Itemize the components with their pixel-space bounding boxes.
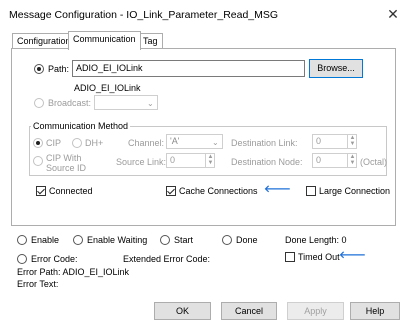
broadcast-select[interactable]: ⌄ bbox=[94, 95, 158, 110]
close-icon[interactable]: ✕ bbox=[385, 6, 401, 22]
tab-communication-label: Communication bbox=[73, 34, 136, 44]
done-label: Done bbox=[236, 235, 258, 245]
cache-connections-checkbox[interactable] bbox=[166, 186, 176, 196]
broadcast-radio[interactable] bbox=[34, 98, 44, 108]
broadcast-label: Broadcast: bbox=[48, 98, 92, 108]
enable-waiting-indicator bbox=[73, 235, 83, 245]
tab-tag[interactable]: Tag bbox=[138, 33, 163, 49]
window-title: Message Configuration - IO_Link_Paramete… bbox=[9, 9, 279, 21]
apply-button[interactable]: Apply bbox=[287, 302, 344, 320]
tab-communication[interactable]: Communication bbox=[68, 31, 141, 50]
dh-plus-label: DH+ bbox=[85, 138, 104, 148]
destination-node-label: Destination Node: bbox=[231, 157, 303, 167]
octal-label: (Octal) bbox=[360, 157, 387, 167]
error-path-text: Error Path: ADIO_EI_IOLink bbox=[17, 267, 130, 277]
path-resolved-text: ADIO_EI_IOLink bbox=[74, 83, 141, 93]
error-text-label: Error Text: bbox=[17, 279, 59, 289]
arrow-left-icon: 🡐 bbox=[264, 184, 291, 195]
error-code-label: Error Code: bbox=[31, 254, 78, 264]
help-button[interactable]: Help bbox=[350, 302, 400, 320]
path-input[interactable]: ADIO_EI_IOLink bbox=[72, 60, 305, 77]
browse-button[interactable]: Browse... bbox=[309, 59, 363, 78]
done-indicator bbox=[222, 235, 232, 245]
cip-with-source-label: CIP With Source ID bbox=[46, 153, 86, 173]
communication-method-title: Communication Method bbox=[31, 121, 131, 131]
path-label: Path: bbox=[48, 64, 70, 74]
channel-label: Channel: bbox=[128, 138, 165, 148]
destination-link-stepper[interactable]: 0 ▲ ▼ bbox=[312, 134, 357, 149]
connected-label: Connected bbox=[49, 186, 93, 196]
cancel-button[interactable]: Cancel bbox=[221, 302, 277, 320]
source-link-stepper[interactable]: 0 ▲ ▼ bbox=[166, 153, 215, 168]
destination-node-value: 0 bbox=[316, 155, 322, 165]
timed-out-checkbox bbox=[285, 252, 295, 262]
large-connection-label: Large Connection bbox=[319, 186, 391, 196]
chevron-down-icon: ⌄ bbox=[212, 138, 219, 147]
chevron-down-icon: ⌄ bbox=[147, 99, 154, 108]
spin-arrows-icon[interactable]: ▲ ▼ bbox=[347, 154, 357, 167]
done-length-text: Done Length: 0 bbox=[285, 235, 347, 245]
cip-label: CIP bbox=[46, 138, 62, 148]
dh-plus-radio[interactable] bbox=[72, 138, 82, 148]
error-code-indicator bbox=[17, 254, 27, 264]
destination-link-value: 0 bbox=[316, 136, 322, 146]
large-connection-checkbox[interactable] bbox=[306, 186, 316, 196]
enable-indicator bbox=[17, 235, 27, 245]
path-radio[interactable] bbox=[34, 64, 44, 74]
spin-arrows-icon[interactable]: ▲ ▼ bbox=[347, 135, 357, 148]
cip-with-source-line1: CIP With bbox=[46, 153, 82, 163]
destination-link-label: Destination Link: bbox=[231, 138, 298, 148]
connected-checkbox[interactable] bbox=[36, 186, 46, 196]
arrow-left-icon: 🡐 bbox=[339, 250, 366, 261]
title-bar: Message Configuration - IO_Link_Paramete… bbox=[0, 0, 406, 30]
enable-waiting-label: Enable Waiting bbox=[87, 235, 148, 245]
start-indicator bbox=[160, 235, 170, 245]
destination-node-stepper[interactable]: 0 ▲ ▼ bbox=[312, 153, 357, 168]
cip-with-source-radio[interactable] bbox=[33, 156, 43, 166]
spin-arrows-icon[interactable]: ▲ ▼ bbox=[205, 154, 215, 167]
cip-with-source-line2: Source ID bbox=[46, 163, 87, 173]
extended-error-code-label: Extended Error Code: bbox=[123, 254, 211, 264]
source-link-value: 0 bbox=[170, 155, 176, 165]
tab-configuration[interactable]: Configuration bbox=[12, 33, 76, 49]
tab-configuration-label: Configuration bbox=[17, 36, 71, 46]
channel-select-value: 'A' bbox=[170, 136, 180, 146]
enable-label: Enable bbox=[31, 235, 60, 245]
channel-select[interactable]: 'A' ⌄ bbox=[166, 134, 223, 149]
tab-tag-label: Tag bbox=[143, 36, 158, 46]
cache-connections-label: Cache Connections bbox=[179, 186, 258, 196]
source-link-label: Source Link: bbox=[116, 157, 167, 167]
cip-radio[interactable] bbox=[33, 138, 43, 148]
timed-out-label: Timed Out bbox=[298, 252, 340, 262]
start-label: Start bbox=[174, 235, 194, 245]
ok-button[interactable]: OK bbox=[154, 302, 211, 320]
